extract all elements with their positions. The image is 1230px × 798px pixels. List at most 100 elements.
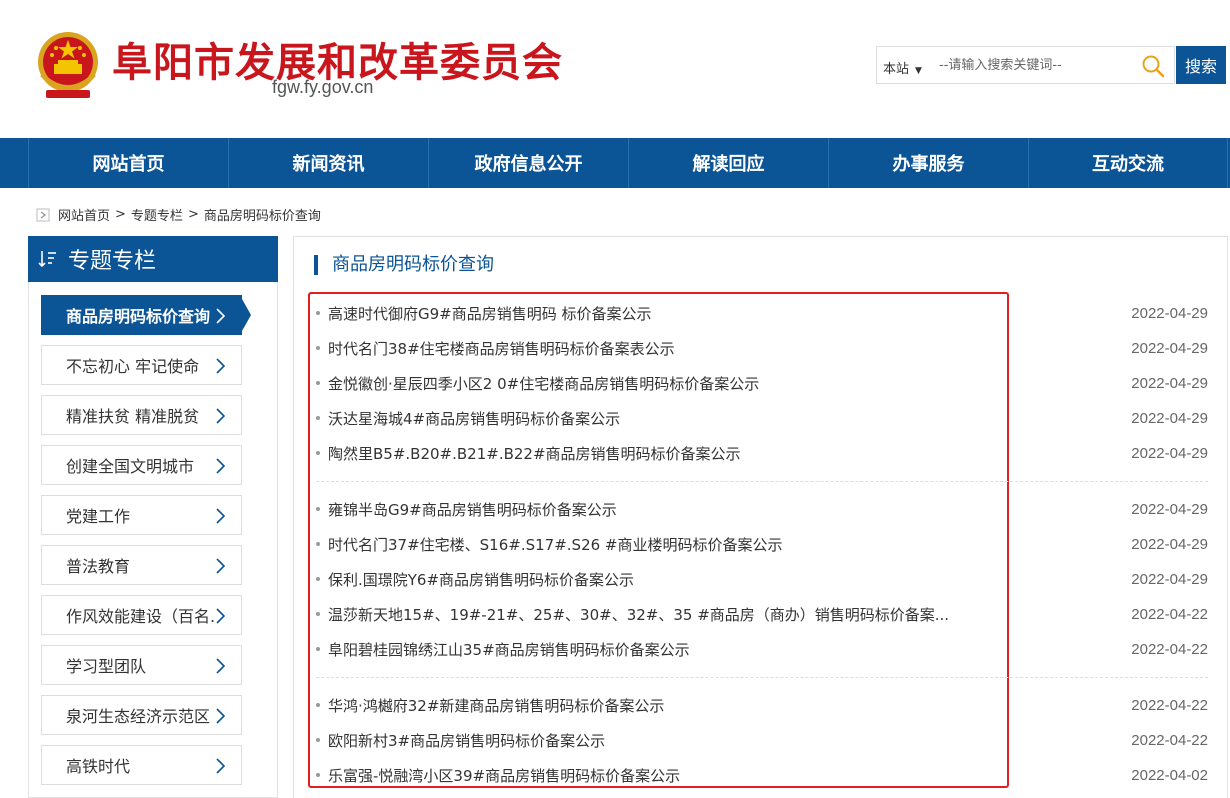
chevron-right-icon: [216, 608, 225, 624]
sidebar-item-high-speed-rail[interactable]: 高铁时代: [41, 745, 242, 785]
sidebar-item-poverty-alleviation[interactable]: 精准扶贫 精准脱贫: [41, 395, 242, 435]
list-item-title[interactable]: 雍锦半岛G9#商品房销售明码标价备案公示: [328, 499, 968, 520]
sidebar-item-label: 党建工作: [66, 507, 131, 526]
list-item[interactable]: 华鸿·鸿樾府32#新建商品房销售明码标价备案公示 2022-04-22: [316, 694, 1208, 716]
list-item[interactable]: 雍锦半岛G9#商品房销售明码标价备案公示 2022-04-29: [316, 498, 1208, 520]
sidebar-item-housing-price[interactable]: 商品房明码标价查询: [41, 295, 242, 335]
bullet-icon: [316, 703, 320, 707]
list-item[interactable]: 欧阳新村3#商品房销售明码标价备案公示 2022-04-22: [316, 729, 1208, 751]
search-input[interactable]: [939, 53, 1129, 77]
breadcrumb-home[interactable]: 网站首页: [58, 205, 110, 224]
list-item-title[interactable]: 陶然里B5#.B20#.B21#.B22#商品房销售明码标价备案公示: [328, 443, 968, 464]
nav-item-home[interactable]: 网站首页: [28, 138, 228, 188]
list-item-date: 2022-04-22: [1131, 731, 1208, 749]
breadcrumb-topics[interactable]: 专题专栏: [131, 205, 183, 224]
sidebar-item-learning-team[interactable]: 学习型团队: [41, 645, 242, 685]
nav-item-interaction[interactable]: 互动交流: [1028, 138, 1228, 188]
sidebar-item-label: 高铁时代: [66, 757, 131, 776]
bullet-icon: [316, 416, 320, 420]
bullet-icon: [316, 311, 320, 315]
sidebar-item-original-mission[interactable]: 不忘初心 牢记使命: [41, 345, 242, 385]
sidebar-item-label: 作风效能建设（百名...: [66, 607, 216, 626]
site-domain: fgw.fy.gov.cn: [272, 77, 374, 97]
sidebar-item-label: 精准扶贫 精准脱贫: [66, 407, 200, 426]
sidebar-item-label: 学习型团队: [66, 657, 147, 676]
breadcrumb-separator: >: [187, 207, 199, 222]
chevron-right-icon: [216, 508, 225, 524]
bullet-icon: [316, 381, 320, 385]
list-item-title[interactable]: 高速时代御府G9#商品房销售明码 标价备案公示: [328, 303, 968, 324]
nav-item-services[interactable]: 办事服务: [828, 138, 1028, 188]
chevron-right-icon: [216, 408, 225, 424]
list-item[interactable]: 时代名门38#住宅楼商品房销售明码标价备案表公示 2022-04-29: [316, 337, 1208, 359]
search-box: 本站 ▼: [876, 46, 1175, 84]
main-nav: 网站首页 新闻资讯 政府信息公开 解读回应 办事服务 互动交流: [0, 138, 1230, 188]
bullet-icon: [316, 346, 320, 350]
chevron-right-icon: [216, 758, 225, 774]
sort-list-icon: [38, 251, 56, 268]
breadcrumb-current[interactable]: 商品房明码标价查询: [204, 205, 321, 224]
bullet-icon: [316, 738, 320, 742]
national-emblem-icon[interactable]: [30, 26, 106, 106]
bullet-icon: [316, 507, 320, 511]
sidebar-title: 专题专栏: [28, 236, 278, 282]
list-item-title[interactable]: 华鸿·鸿樾府32#新建商品房销售明码标价备案公示: [328, 695, 968, 716]
sidebar-item-efficiency[interactable]: 作风效能建设（百名...: [41, 595, 242, 635]
list-item[interactable]: 保利.国璟院Y6#商品房销售明码标价备案公示 2022-04-29: [316, 568, 1208, 590]
site-header: 阜阳市发展和改革委员会 fgw.fy.gov.cn 本站▼ 搜索: [0, 0, 1230, 138]
list-item-title[interactable]: 乐富强-悦融湾小区39#商品房销售明码标价备案公示: [328, 765, 968, 786]
search-scope-select[interactable]: 本站 ▼: [883, 58, 922, 77]
sidebar-item-label: 商品房明码标价查询: [66, 307, 211, 326]
nav-item-gov-info[interactable]: 政府信息公开: [428, 138, 628, 188]
list-item-title[interactable]: 时代名门38#住宅楼商品房销售明码标价备案表公示: [328, 338, 968, 359]
sidebar-item-quanhe-zone[interactable]: 泉河生态经济示范区: [41, 695, 242, 735]
list-item-date: 2022-04-29: [1131, 339, 1208, 357]
list-item[interactable]: 陶然里B5#.B20#.B21#.B22#商品房销售明码标价备案公示 2022-…: [316, 442, 1208, 464]
chevron-right-icon: [216, 308, 225, 324]
search-bar: 本站 ▼ 搜索: [876, 46, 1226, 84]
sidebar-item-label: 普法教育: [66, 557, 131, 576]
sidebar-item-civilized-city[interactable]: 创建全国文明城市: [41, 445, 242, 485]
breadcrumb-separator: >: [115, 207, 126, 222]
list-item-title[interactable]: 沃达星海城4#商品房销售明码标价备案公示: [328, 408, 968, 429]
list-item[interactable]: 沃达星海城4#商品房销售明码标价备案公示 2022-04-29: [316, 407, 1208, 429]
nav-item-interpretation[interactable]: 解读回应: [628, 138, 828, 188]
group-divider: [316, 481, 1208, 482]
search-icon[interactable]: [1141, 54, 1165, 78]
chevron-right-icon: [216, 558, 225, 574]
list-item[interactable]: 高速时代御府G9#商品房销售明码 标价备案公示 2022-04-29: [316, 302, 1208, 324]
sidebar-title-text: 专题专栏: [68, 249, 157, 274]
list-item-date: 2022-04-02: [1131, 766, 1208, 784]
search-button[interactable]: 搜索: [1176, 46, 1226, 84]
sidebar-item-party-building[interactable]: 党建工作: [41, 495, 242, 535]
list-item-date: 2022-04-22: [1131, 696, 1208, 714]
list-item[interactable]: 乐富强-悦融湾小区39#商品房销售明码标价备案公示 2022-04-02: [316, 764, 1208, 786]
list-item-date: 2022-04-22: [1131, 605, 1208, 623]
list-item-date: 2022-04-29: [1131, 500, 1208, 518]
list-item[interactable]: 金悦徽创·星辰四季小区2 0#住宅楼商品房销售明码标价备案公示 2022-04-…: [316, 372, 1208, 394]
list-item[interactable]: 阜阳碧桂园锦绣江山35#商品房销售明码标价备案公示 2022-04-22: [316, 638, 1208, 660]
breadcrumb: 网站首页 > 专题专栏 > 商品房明码标价查询: [36, 205, 321, 224]
list-item-date: 2022-04-29: [1131, 374, 1208, 392]
list-item-date: 2022-04-29: [1131, 570, 1208, 588]
bullet-icon: [316, 612, 320, 616]
sidebar-item-law-education[interactable]: 普法教育: [41, 545, 242, 585]
list-item-title[interactable]: 金悦徽创·星辰四季小区2 0#住宅楼商品房销售明码标价备案公示: [328, 373, 968, 394]
search-scope-label: 本站: [883, 62, 910, 77]
list-item-title[interactable]: 时代名门37#住宅楼、S16#.S17#.S26 #商业楼明码标价备案公示: [328, 534, 968, 555]
list-item-date: 2022-04-29: [1131, 444, 1208, 462]
bullet-icon: [316, 773, 320, 777]
list-item-title[interactable]: 保利.国璟院Y6#商品房销售明码标价备案公示: [328, 569, 968, 590]
group-divider: [316, 677, 1208, 678]
list-item-date: 2022-04-29: [1131, 535, 1208, 553]
bullet-icon: [316, 577, 320, 581]
list-item-title[interactable]: 阜阳碧桂园锦绣江山35#商品房销售明码标价备案公示: [328, 639, 968, 660]
list-item[interactable]: 时代名门37#住宅楼、S16#.S17#.S26 #商业楼明码标价备案公示 20…: [316, 533, 1208, 555]
list-item[interactable]: 温莎新天地15#、19#-21#、25#、30#、32#、35 #商品房（商办）…: [316, 603, 1208, 625]
page-title: 商品房明码标价查询: [314, 255, 494, 275]
nav-item-news[interactable]: 新闻资讯: [228, 138, 428, 188]
list-item-title[interactable]: 欧阳新村3#商品房销售明码标价备案公示: [328, 730, 968, 751]
sidebar-item-label: 不忘初心 牢记使命: [66, 357, 200, 376]
chevron-right-icon: [216, 458, 225, 474]
list-item-title[interactable]: 温莎新天地15#、19#-21#、25#、30#、32#、35 #商品房（商办）…: [328, 604, 968, 625]
